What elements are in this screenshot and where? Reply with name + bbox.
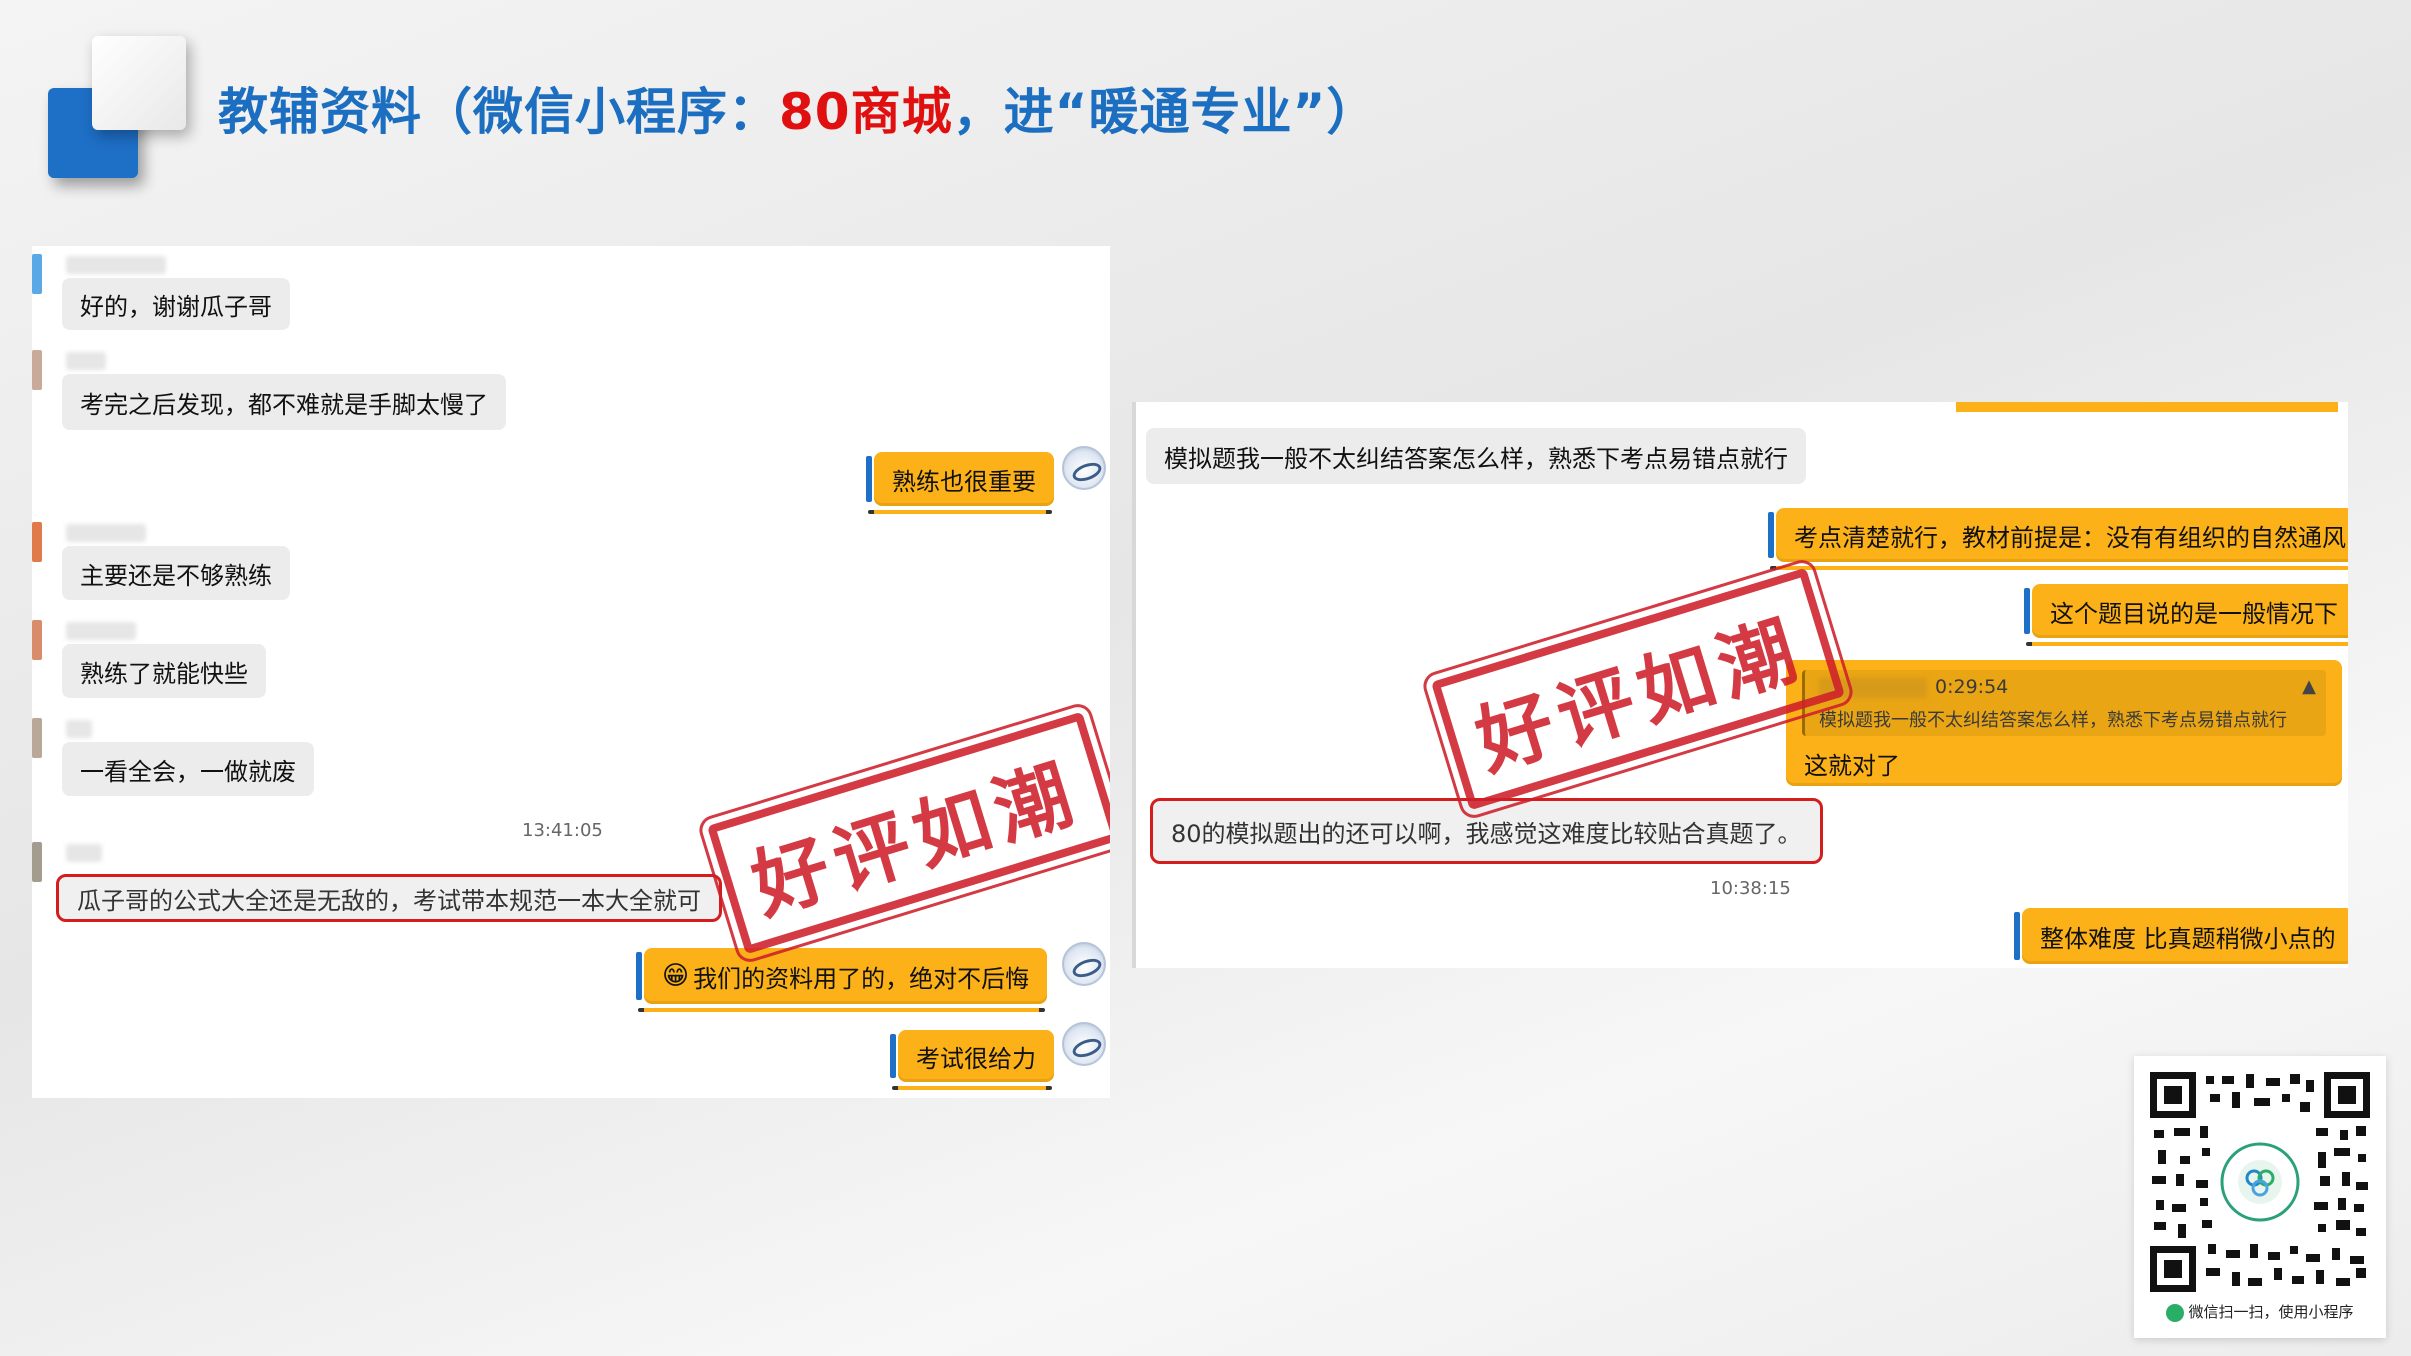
- praise-stamp: 好评如潮: [697, 695, 1110, 971]
- quote-timestamp: 0:29:54: [1935, 676, 2009, 698]
- logo-white-square: [92, 36, 186, 130]
- right-chat-panel: 模拟题我一般不太纠结答案怎么样，熟悉下考点易错点就行 考点清楚就行，教材前提是：…: [1132, 402, 2348, 968]
- highlighted-message: 80的模拟题出的还可以啊，我感觉这难度比较贴合真题了。: [1150, 798, 1823, 864]
- avatar: [32, 620, 42, 660]
- quoted-message: 0:29:54 ▲ 模拟题我一般不太纠结答案怎么样，熟悉下考点易错点就行: [1802, 670, 2326, 736]
- avatar: [32, 254, 42, 294]
- chat-message-out: 😁 我们的资料用了的，绝对不后悔: [635, 948, 1048, 1012]
- arrow-up-icon[interactable]: ▲: [2302, 676, 2316, 697]
- left-chat-panel: 好的，谢谢瓜子哥 考完之后发现，都不难就是手脚太慢了 熟练也很重要 主要还是不够…: [32, 246, 1110, 1098]
- chat-message-out: 这个题目说的是一般情况下: [2024, 584, 2348, 646]
- title-part-1: 教辅资料（微信小程序：: [218, 83, 779, 141]
- blurred-name: [66, 844, 102, 862]
- user-avatar-icon: [1062, 1022, 1106, 1066]
- grin-emoji-icon: 😁: [662, 961, 690, 991]
- chat-message: 好的，谢谢瓜子哥: [62, 278, 290, 330]
- blurred-name: [66, 622, 136, 640]
- chat-message-out: 熟练也很重要: [866, 452, 1054, 514]
- highlighted-message: 瓜子哥的公式大全还是无敌的，考试带本规范一本大全就可: [56, 874, 722, 922]
- partial-bubble-top: [1956, 402, 2338, 412]
- avatar: [32, 718, 42, 758]
- blurred-name: [66, 720, 92, 738]
- qr-code-card: 微信扫一扫，使用小程序: [2134, 1056, 2386, 1338]
- title-part-2: ，进“暖通专业”）: [952, 83, 1378, 141]
- chat-message: 模拟题我一般不太纠结答案怎么样，熟悉下考点易错点就行: [1146, 428, 1806, 484]
- chat-message-out: 考点清楚就行，教材前提是：没有有组织的自然通风: [1768, 508, 2348, 570]
- chat-message-text: 我们的资料用了的，绝对不后悔: [693, 964, 1030, 993]
- qr-caption-text: 微信扫一扫，使用小程序: [2188, 1303, 2354, 1321]
- qr-caption: 微信扫一扫，使用小程序: [2134, 1301, 2386, 1322]
- blurred-name: [66, 524, 146, 542]
- avatar: [32, 522, 42, 562]
- quoted-reply-bubble: 0:29:54 ▲ 模拟题我一般不太纠结答案怎么样，熟悉下考点易错点就行 这就对…: [1786, 660, 2342, 786]
- chat-message: 主要还是不够熟练: [62, 546, 290, 600]
- avatar: [32, 842, 42, 882]
- wechat-icon: [2166, 1303, 2185, 1322]
- praise-stamp: 好评如潮: [1421, 551, 1855, 827]
- title-part-red: 80商城: [779, 83, 953, 141]
- quote-text: 模拟题我一般不太纠结答案怎么样，熟悉下考点易错点就行: [1819, 710, 2287, 731]
- chat-message: 熟练了就能快些: [62, 644, 266, 698]
- timestamp: 13:41:05: [522, 820, 603, 841]
- blurred-name: [66, 256, 166, 274]
- qr-code-icon[interactable]: [2150, 1072, 2370, 1292]
- chat-message: 考完之后发现，都不难就是手脚太慢了: [62, 374, 506, 430]
- user-avatar-icon: [1062, 446, 1106, 490]
- user-avatar-icon: [1062, 942, 1106, 986]
- chat-message-out: 考试很给力: [890, 1030, 1054, 1090]
- avatar: [32, 350, 42, 390]
- chat-message: 一看全会，一做就废: [62, 742, 314, 796]
- reply-text: 这就对了: [1804, 752, 1900, 780]
- timestamp: 10:38:15: [1710, 878, 1791, 899]
- page-title: 教辅资料（微信小程序：80商城，进“暖通专业”）: [218, 72, 1377, 144]
- blurred-name: [66, 352, 106, 370]
- chat-message-out: 整体难度 比真题稍微小点的: [2014, 908, 2348, 964]
